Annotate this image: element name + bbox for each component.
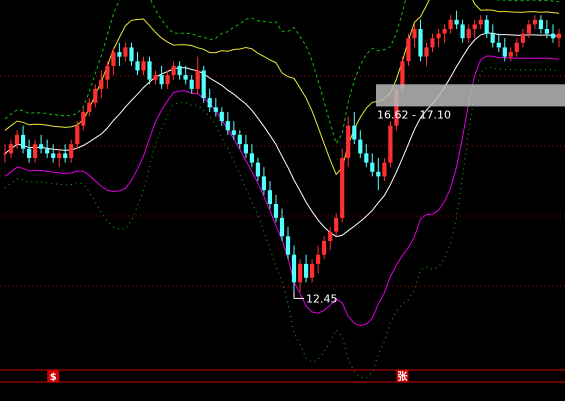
candle-body — [304, 263, 309, 278]
range-label: 16.62 - 17.10 — [377, 108, 451, 121]
candle-body — [195, 70, 200, 89]
candle-body — [93, 88, 98, 103]
candle-body — [14, 134, 20, 145]
candle-body — [267, 190, 272, 204]
candle-body — [285, 236, 291, 255]
candle-body — [484, 19, 489, 34]
candle-body — [165, 75, 170, 85]
candle-body — [514, 42, 519, 52]
candle-body — [111, 52, 116, 66]
candle-body — [117, 52, 122, 57]
candle-body — [207, 98, 212, 108]
candle-body — [213, 107, 218, 112]
candle-body — [135, 61, 140, 71]
candle-body — [249, 153, 254, 163]
candle-body — [231, 130, 236, 135]
candle-body — [87, 102, 92, 112]
candle-body — [430, 38, 435, 48]
candle-body — [8, 144, 14, 154]
candle-body — [171, 65, 176, 76]
candle-body — [255, 162, 260, 177]
candle-body — [412, 29, 417, 39]
candle-body — [388, 125, 393, 163]
candle-body — [466, 29, 471, 39]
candle-body — [75, 125, 80, 145]
candle-body — [526, 24, 531, 34]
low-price-label: 12.45 — [306, 292, 338, 305]
candle-body — [177, 65, 182, 76]
event-marker-label: 张 — [397, 370, 408, 383]
candle-body — [39, 144, 44, 149]
candle-body — [454, 19, 459, 25]
kline-chart[interactable]: 16.62 - 17.10 12.45 $ 张 — [0, 0, 565, 401]
candle-body — [460, 24, 465, 39]
candle-body — [183, 75, 188, 80]
candle-body — [328, 231, 333, 241]
candle-body — [21, 134, 26, 149]
candle-body — [298, 263, 303, 283]
candle-body — [81, 111, 86, 126]
candle-body — [382, 162, 387, 177]
candle-body — [322, 240, 327, 255]
candle-body — [556, 33, 562, 39]
candle-body — [291, 254, 297, 283]
candle-body — [346, 125, 351, 158]
candle-body — [316, 254, 321, 264]
candle-body — [538, 19, 543, 29]
candle-body — [27, 148, 32, 158]
candle-body — [334, 217, 339, 232]
candle-body — [219, 111, 224, 122]
candle-body — [352, 125, 357, 140]
candle-body — [376, 171, 381, 177]
candle-body — [129, 47, 134, 62]
candle-body — [508, 52, 513, 57]
range-highlight-box — [376, 84, 565, 107]
candle-body — [436, 33, 441, 39]
candle-body — [364, 153, 369, 163]
candle-body — [237, 134, 242, 145]
candle-body — [424, 47, 429, 57]
candle-body — [261, 176, 266, 191]
candle-body — [159, 75, 164, 85]
candle-body — [51, 153, 56, 158]
candle-body — [532, 19, 537, 25]
candle-body — [69, 144, 74, 158]
kline-svg: 16.62 - 17.10 12.45 $ 张 — [0, 0, 565, 401]
candle-body — [310, 263, 315, 278]
candle-body — [472, 24, 477, 29]
candle-body — [370, 162, 375, 172]
candle-body — [147, 61, 152, 80]
candle-body — [63, 153, 68, 158]
candle-body — [418, 29, 423, 57]
candle-body — [153, 75, 158, 80]
candle-body — [340, 158, 345, 218]
candle-body — [406, 38, 411, 62]
candle-body — [33, 144, 38, 158]
candle-body — [2, 153, 8, 155]
candle-body — [105, 65, 110, 80]
candle-body — [45, 148, 50, 154]
candle-body — [478, 19, 483, 25]
candle-body — [273, 204, 279, 218]
candle-body — [243, 144, 248, 154]
candle-body — [201, 70, 206, 99]
candle-body — [496, 42, 501, 48]
event-marker-label: $ — [50, 372, 57, 383]
candle-body — [550, 33, 556, 39]
candle-body — [448, 19, 453, 29]
candle-body — [123, 47, 128, 57]
candle-body — [490, 33, 495, 43]
candle-body — [225, 121, 230, 131]
candle-body — [544, 29, 549, 34]
candle-body — [141, 61, 146, 71]
candle-body — [520, 33, 525, 43]
candle-body — [189, 79, 194, 89]
candle-body — [502, 47, 507, 57]
candle-body — [279, 217, 285, 237]
candle-body — [442, 29, 447, 34]
candle-body — [99, 79, 104, 89]
candle-body — [57, 153, 62, 158]
candle-body — [358, 139, 363, 154]
